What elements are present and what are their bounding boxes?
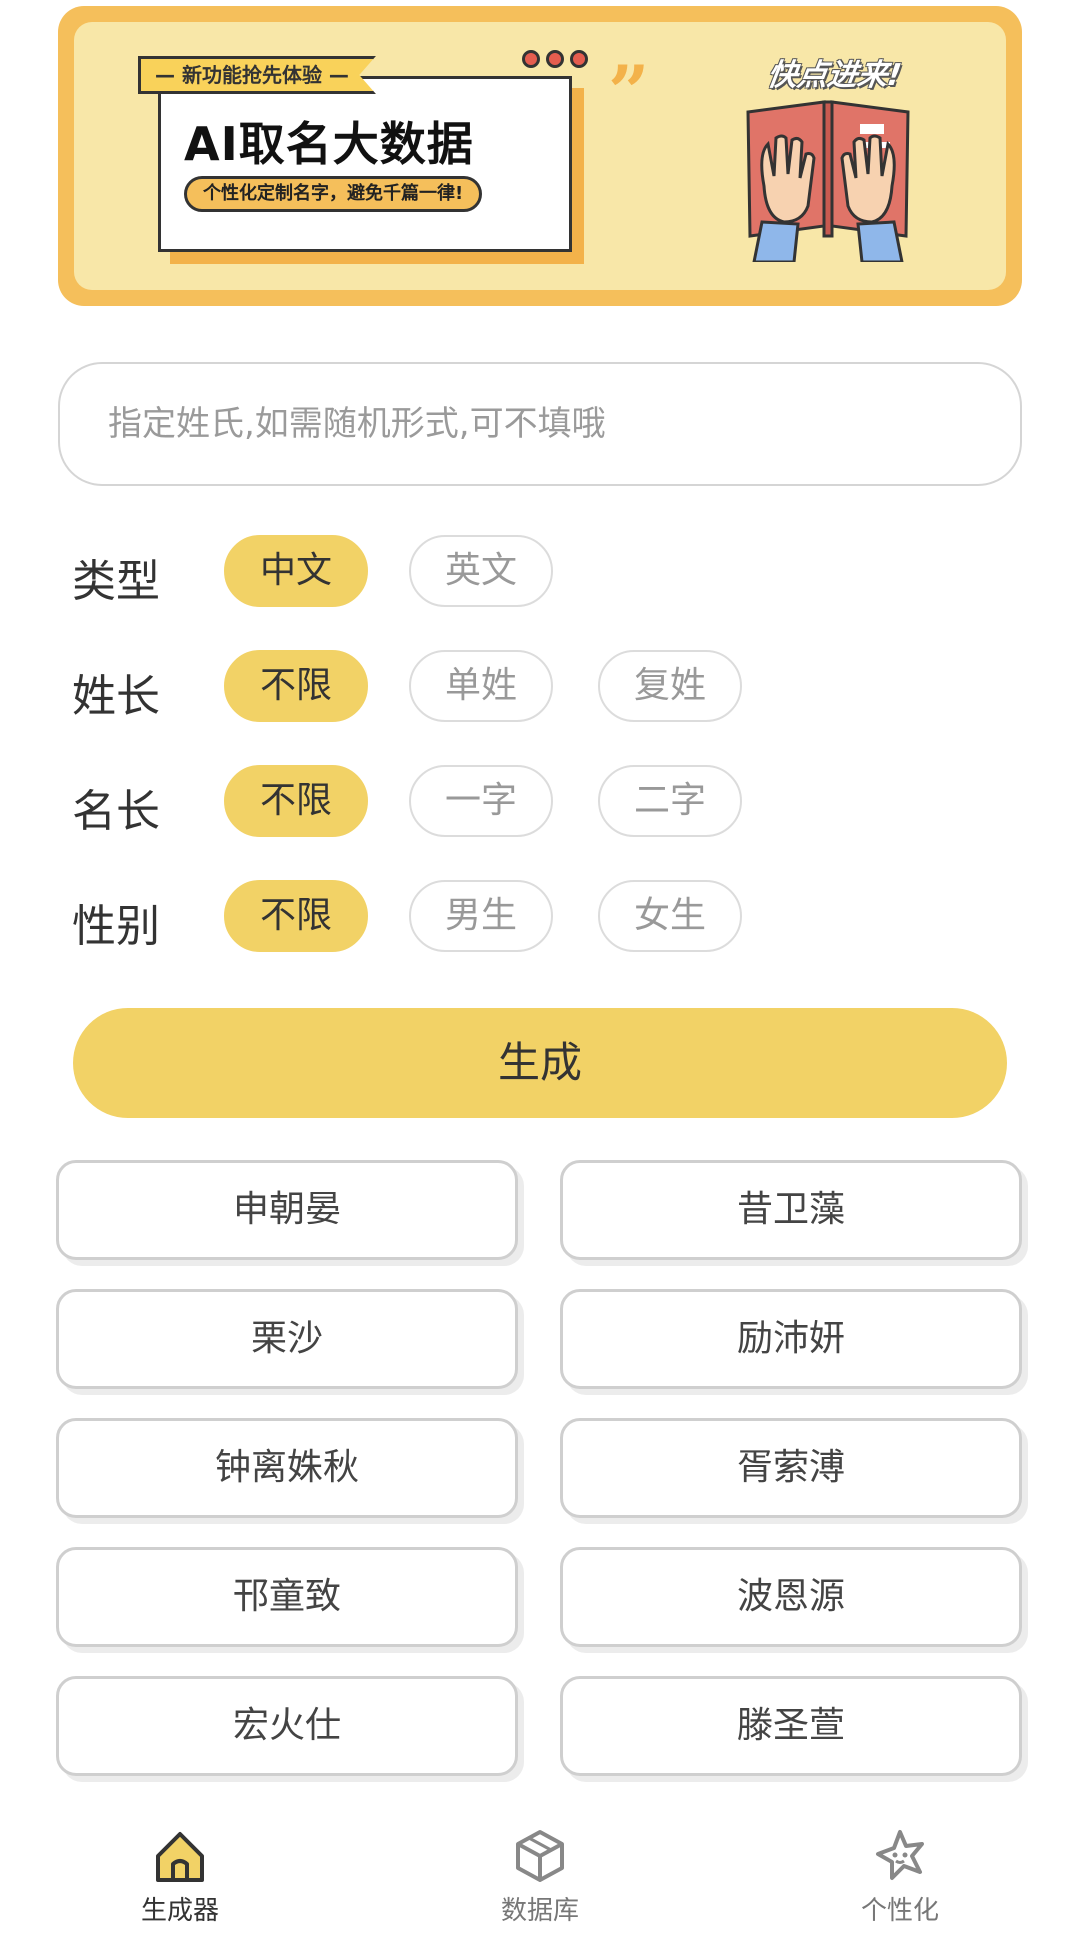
nav-item-database[interactable]: 数据库 xyxy=(440,1826,640,1927)
generate-button[interactable]: 生成 xyxy=(73,1008,1007,1118)
name-result-card[interactable]: 滕圣萱 xyxy=(560,1676,1022,1776)
nav-label-personalize: 个性化 xyxy=(860,1896,939,1926)
chip-surname-single[interactable]: 单姓 xyxy=(409,650,553,722)
name-result-card[interactable]: 波恩源 xyxy=(560,1547,1022,1647)
new-feature-tag: — 新功能抢先体验 — xyxy=(138,56,376,94)
quote-mark-icon: ” xyxy=(608,49,650,134)
name-result-card[interactable]: 励沛妍 xyxy=(560,1289,1022,1389)
name-result-card[interactable]: 邗童致 xyxy=(56,1547,518,1647)
chip-gender-male[interactable]: 男生 xyxy=(409,880,553,952)
option-label-surname-length: 姓长 xyxy=(72,671,160,722)
chip-type-chinese[interactable]: 中文 xyxy=(224,535,368,607)
chip-gender-any[interactable]: 不限 xyxy=(224,880,368,952)
open-book-icon xyxy=(746,100,910,262)
chip-type-english[interactable]: 英文 xyxy=(409,535,553,607)
banner-title: AI取名大数据 xyxy=(184,117,474,171)
promo-banner-inner: — 新功能抢先体验 — AI取名大数据 个性化定制名字，避免千篇一律! ” 快点… xyxy=(74,22,1006,290)
name-result-card[interactable]: 宏火仕 xyxy=(56,1676,518,1776)
promo-banner[interactable]: — 新功能抢先体验 — AI取名大数据 个性化定制名字，避免千篇一律! ” 快点… xyxy=(58,6,1022,306)
name-result-card[interactable]: 栗沙 xyxy=(56,1289,518,1389)
nav-item-personalize[interactable]: 个性化 xyxy=(800,1826,1000,1927)
chip-given-two[interactable]: 二字 xyxy=(598,765,742,837)
option-label-given-length: 名长 xyxy=(72,786,160,837)
option-label-gender: 性别 xyxy=(72,901,160,952)
chip-given-one[interactable]: 一字 xyxy=(409,765,553,837)
option-label-type: 类型 xyxy=(72,556,160,607)
banner-subtitle: 个性化定制名字，避免千篇一律! xyxy=(184,176,483,212)
name-result-card[interactable]: 钟离姝秋 xyxy=(56,1418,518,1518)
chip-surname-any[interactable]: 不限 xyxy=(224,650,368,722)
cube-icon xyxy=(516,1830,564,1882)
chip-surname-compound[interactable]: 复姓 xyxy=(598,650,742,722)
surname-input[interactable] xyxy=(58,362,1022,486)
bottom-nav: 生成器 数据库 个性化 xyxy=(0,1806,1080,1944)
nav-item-generator[interactable]: 生成器 xyxy=(80,1826,280,1927)
home-icon xyxy=(156,1832,204,1882)
name-result-card[interactable]: 胥萦溥 xyxy=(560,1418,1022,1518)
name-result-card[interactable]: 申朝晏 xyxy=(56,1160,518,1260)
nav-label-database: 数据库 xyxy=(500,1896,579,1926)
banner-cta: 快点进来! xyxy=(765,58,904,93)
nav-label-generator: 生成器 xyxy=(140,1896,219,1926)
decor-dots xyxy=(522,50,588,68)
name-result-card[interactable]: 昔卫藻 xyxy=(560,1160,1022,1260)
star-face-icon xyxy=(876,1830,924,1880)
chip-given-any[interactable]: 不限 xyxy=(224,765,368,837)
chip-gender-female[interactable]: 女生 xyxy=(598,880,742,952)
